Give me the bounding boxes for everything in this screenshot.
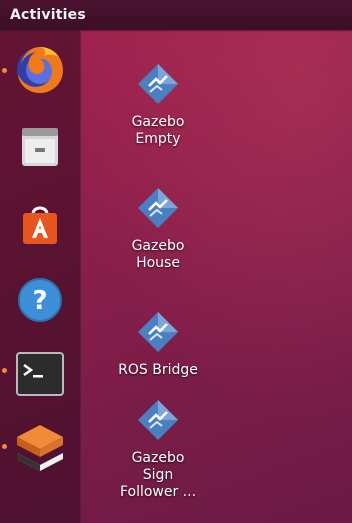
desktop-icon-label: Gazebo Empty [131, 114, 185, 147]
launcher-diamond-icon [138, 64, 178, 104]
desktop-icon-label: ROS Bridge [118, 362, 198, 378]
file-cabinet-icon [22, 128, 58, 166]
firefox-icon [17, 47, 63, 93]
launcher-diamond-icon [138, 312, 178, 352]
shopping-bag-icon [23, 206, 57, 244]
svg-text:?: ? [32, 286, 47, 316]
desktop-screen: Activities ? Gazebo Empty Gazebo House R… [0, 0, 352, 523]
activities-button[interactable]: Activities [10, 7, 86, 23]
dock-item-ubuntu-software[interactable] [8, 192, 72, 256]
gazebo-box-icon [17, 425, 63, 471]
terminal-icon [16, 352, 64, 396]
launcher-diamond-icon [138, 188, 178, 228]
dock-item-help[interactable]: ? [8, 268, 72, 332]
running-indicator [2, 68, 7, 73]
desktop-icon-label: Gazebo House [131, 238, 185, 271]
dock-item-firefox[interactable] [8, 38, 72, 102]
dock-item-files[interactable] [8, 114, 72, 178]
dock-item-terminal[interactable] [8, 342, 72, 406]
desktop-icon-gazebo-sign-follower[interactable]: Gazebo Sign Follower ... [103, 398, 213, 501]
dock: ? [0, 30, 81, 523]
dock-item-gazebo[interactable] [8, 416, 72, 480]
desktop-icon-ros-bridge[interactable]: ROS Bridge [103, 310, 213, 379]
desktop-icon-label: Gazebo Sign Follower ... [119, 450, 197, 500]
top-bar: Activities [0, 0, 352, 30]
launcher-diamond-icon [138, 400, 178, 440]
question-mark-icon: ? [18, 278, 62, 322]
desktop-icon-gazebo-house[interactable]: Gazebo House [103, 186, 213, 272]
running-indicator [2, 368, 7, 373]
running-indicator [2, 444, 7, 449]
desktop-icon-gazebo-empty[interactable]: Gazebo Empty [103, 62, 213, 148]
